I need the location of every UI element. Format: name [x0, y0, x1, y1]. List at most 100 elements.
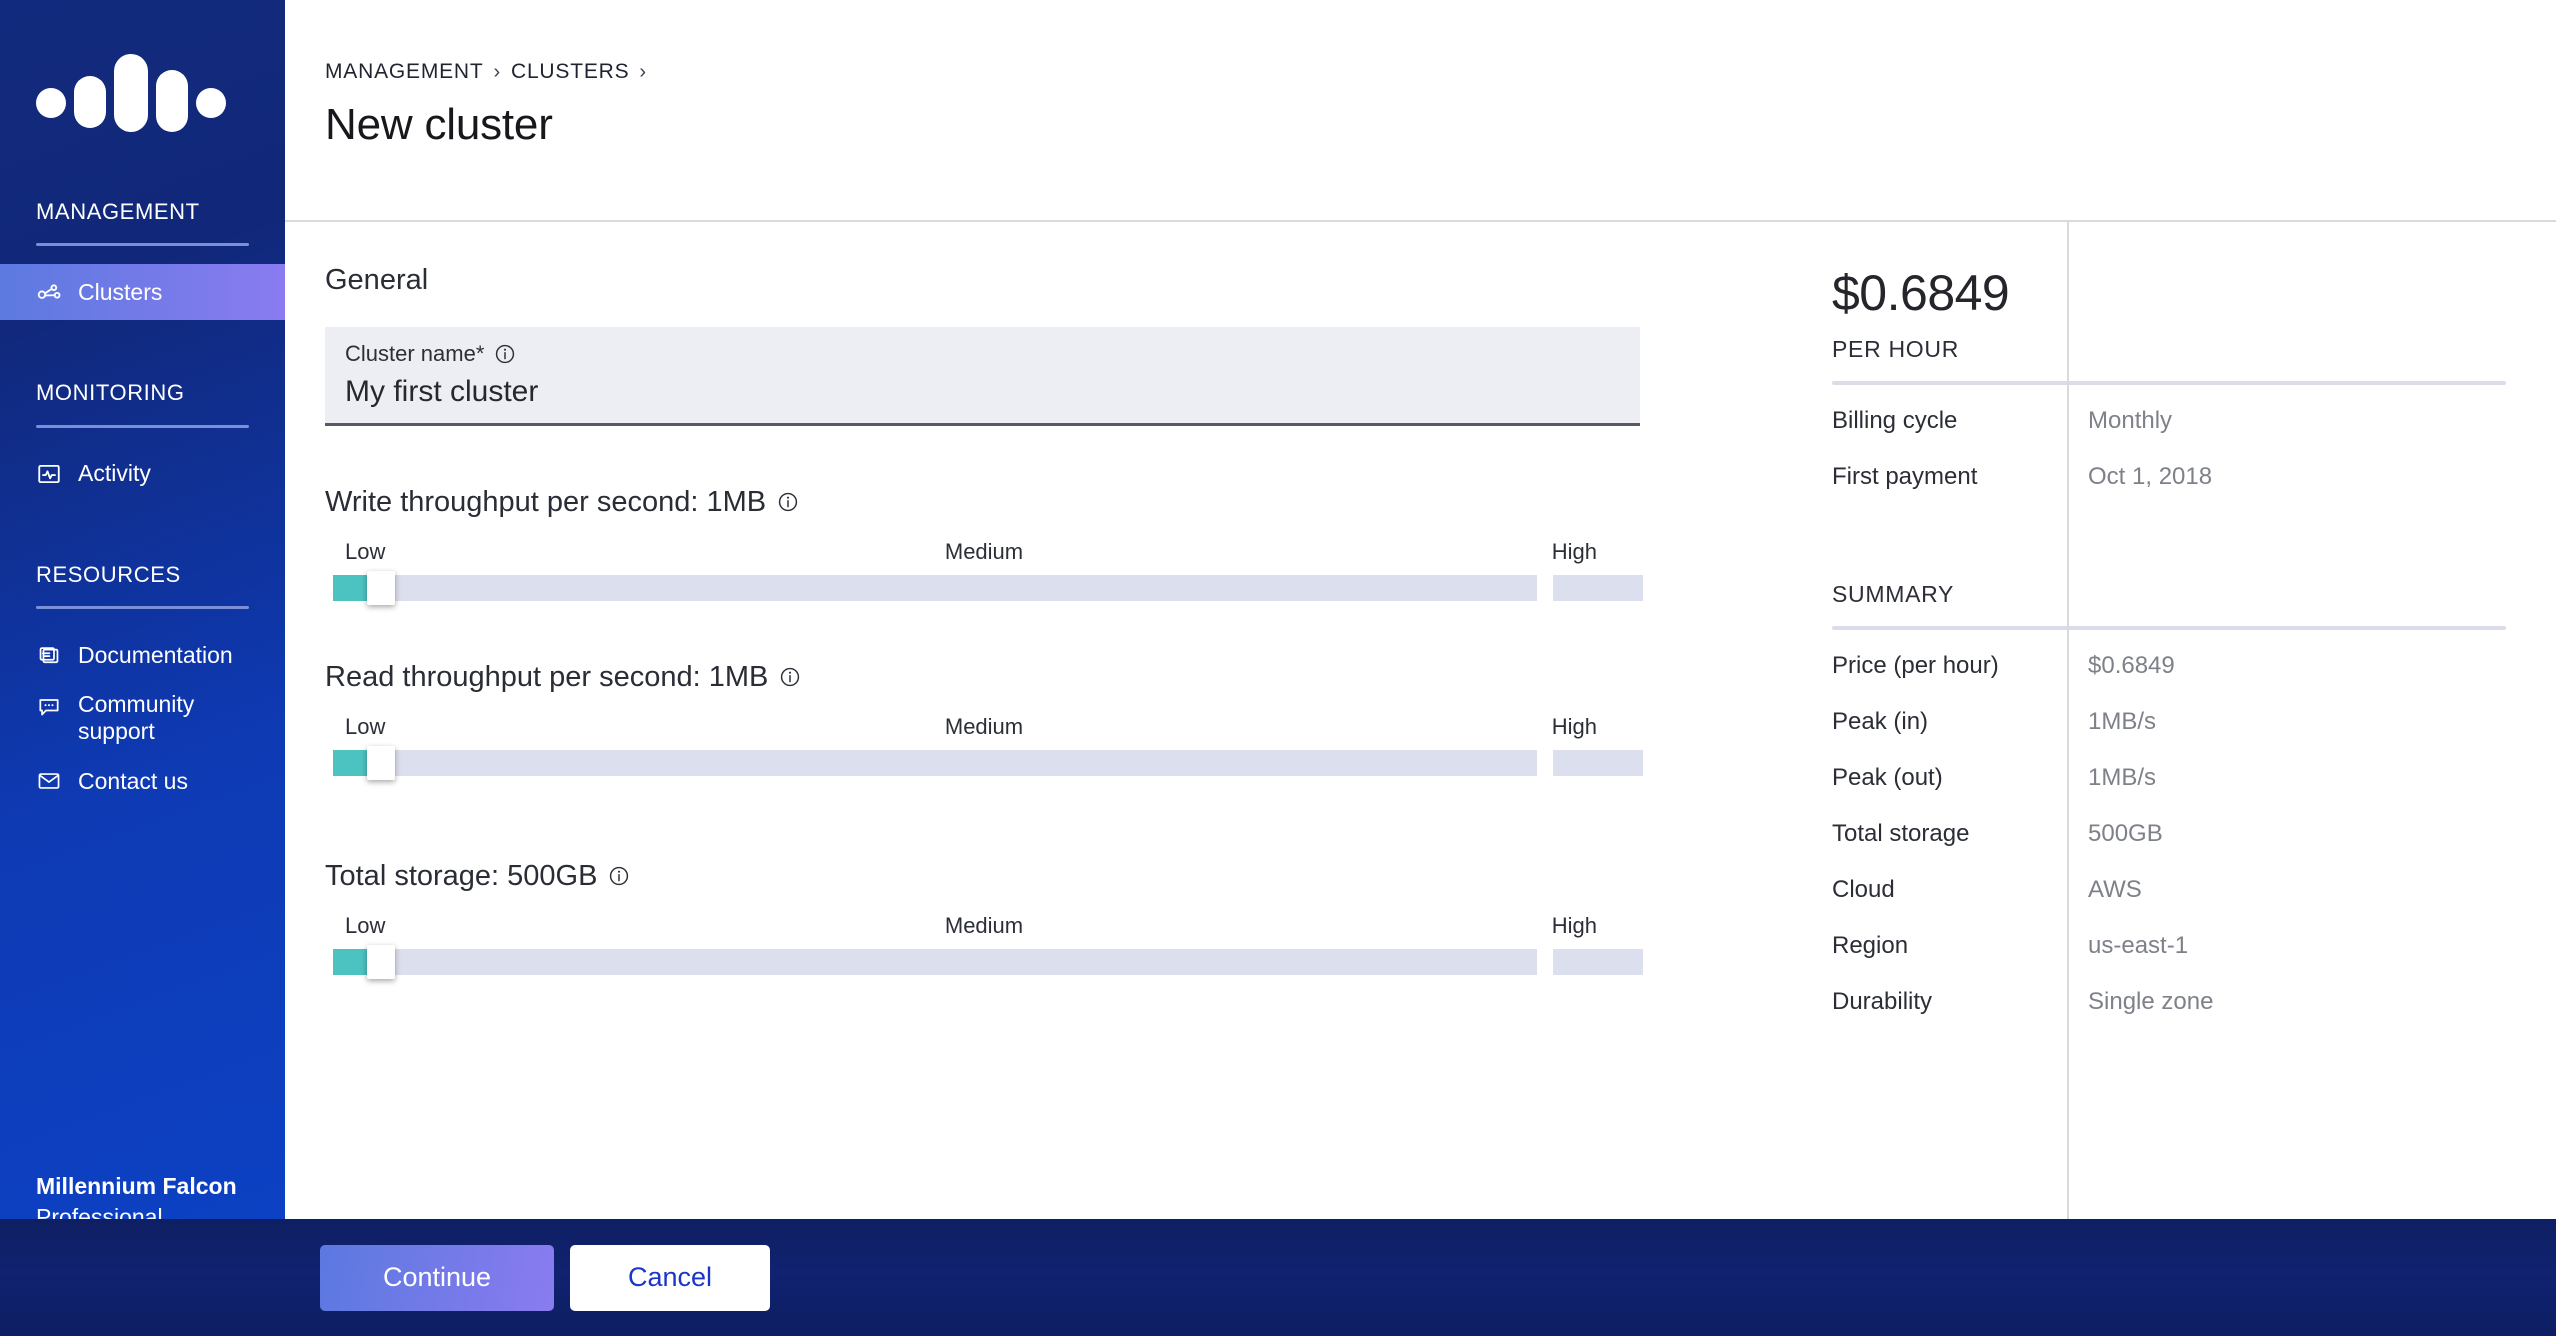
summary-key-total-storage: Total storage — [1832, 820, 1970, 847]
slider-thumb-storage[interactable] — [367, 944, 395, 979]
summary-divider-top — [1832, 381, 2506, 385]
info-icon-read-throughput[interactable] — [779, 666, 801, 688]
sidebar-item-label-documentation: Documentation — [78, 641, 233, 668]
cluster-name-input[interactable]: My first cluster — [345, 373, 1620, 411]
breadcrumb-item-management[interactable]: MANAGEMENT — [325, 60, 484, 84]
billing-list: Billing cycle Monthly First payment Oct … — [1832, 407, 2506, 519]
slider-tick-low-write: Low — [345, 538, 386, 564]
nav-heading-resources: RESOURCES — [36, 561, 181, 587]
slider-tick-high-read: High — [1551, 713, 1597, 739]
summary-row: Region us-east-1 — [1832, 932, 2506, 988]
summary-value-peak-out: 1MB/s — [2088, 764, 2157, 791]
summary-row: Durability Single zone — [1832, 988, 2506, 1044]
form-column: General Cluster name* My first cluster W… — [285, 222, 1782, 1219]
app-root: MANAGEMENT Clusters MONITORING Activity … — [0, 0, 2556, 1336]
price-per-hour-headline: $0.6849 — [1832, 265, 2010, 321]
slider-scale-storage: Low Medium High — [325, 913, 1643, 939]
cluster-nodes-icon — [36, 279, 62, 305]
sidebar-item-label-activity: Activity — [78, 460, 151, 487]
slider-track-segment-main-storage — [373, 948, 1537, 975]
sidebar-item-clusters[interactable]: Clusters — [0, 264, 285, 321]
slider-track-segment-main-read — [373, 749, 1537, 776]
slider-track-segment-main-write — [373, 574, 1537, 601]
nav-heading-management: MANAGEMENT — [36, 199, 200, 224]
slider-scale-read: Low Medium High — [325, 714, 1643, 740]
sidebar-item-label-community-support: Community support — [78, 691, 195, 745]
slider-block-read-throughput: Read throughput per second: 1MB Low Medi… — [325, 661, 1782, 780]
slider-tick-medium-write: Medium — [944, 538, 1024, 564]
summary-row: Total storage 500GB — [1832, 820, 2506, 876]
summary-row: Price (per hour) $0.6849 — [1832, 652, 2506, 708]
nav-section-resources: RESOURCES Documentation Community suppor… — [0, 562, 285, 810]
slider-tick-medium-storage: Medium — [944, 912, 1024, 938]
summary-key-region: Region — [1832, 932, 1909, 959]
summary-panel-divider — [2067, 222, 2069, 1219]
slider-track-segment-high-storage — [1553, 948, 1643, 975]
logo-container[interactable] — [0, 0, 285, 185]
info-icon-write-throughput[interactable] — [777, 491, 799, 513]
nav-heading-monitoring: MONITORING — [36, 380, 185, 406]
sidebar-item-documentation[interactable]: Documentation — [0, 627, 285, 683]
sidebar-item-label-contact-us: Contact us — [78, 767, 188, 794]
slider-thumb-read[interactable] — [367, 745, 395, 780]
slider-scale-write: Low Medium High — [325, 539, 1643, 565]
cluster-name-field[interactable]: Cluster name* My first cluster — [325, 327, 1640, 426]
nav-section-management: MANAGEMENT Clusters — [0, 199, 285, 321]
summary-key-peak-in: Peak (in) — [1832, 708, 1929, 735]
slider-tick-high-write: High — [1551, 538, 1597, 564]
info-icon-total-storage[interactable] — [608, 865, 630, 887]
summary-row: Cloud AWS — [1832, 876, 2506, 932]
slider-read-throughput[interactable] — [325, 745, 1643, 780]
summary-value-total-storage: 500GB — [2088, 820, 2163, 847]
breadcrumb: MANAGEMENT › CLUSTERS › — [325, 60, 2556, 84]
sidebar-item-label-clusters: Clusters — [78, 278, 163, 305]
breadcrumb-item-clusters[interactable]: CLUSTERS — [511, 60, 629, 84]
summary-key-cloud: Cloud — [1832, 876, 1895, 903]
cluster-name-label: Cluster name* — [345, 341, 485, 366]
summary-value-peak-in: 1MB/s — [2088, 708, 2157, 735]
nav-section-monitoring: MONITORING Activity — [0, 380, 285, 501]
slider-label-read-throughput: Read throughput per second: 1MB — [325, 660, 769, 693]
slider-label-write-throughput: Write throughput per second: 1MB — [325, 485, 767, 518]
slider-total-storage[interactable] — [325, 944, 1643, 979]
logo-bar-4 — [156, 69, 188, 132]
logo-bar-3 — [114, 53, 148, 132]
billing-key-cycle: Billing cycle — [1832, 407, 1958, 434]
documents-stack-icon — [36, 642, 62, 668]
summary-row: Peak (in) 1MB/s — [1832, 708, 2506, 764]
breadcrumb-separator-1: › — [493, 60, 501, 83]
summary-list: Price (per hour) $0.6849 Peak (in) 1MB/s… — [1832, 652, 2506, 1044]
sidebar-item-contact-us[interactable]: Contact us — [0, 753, 285, 809]
logo-dot-left — [36, 87, 66, 118]
slider-tick-high-storage: High — [1551, 912, 1597, 938]
section-title-general: General — [325, 264, 429, 296]
slider-block-write-throughput: Write throughput per second: 1MB Low Med… — [325, 486, 1782, 605]
summary-key-durability: Durability — [1832, 988, 1933, 1015]
summary-panel: $0.6849 PER HOUR Billing cycle Monthly F… — [1782, 222, 2556, 1219]
billing-row: Billing cycle Monthly — [1832, 407, 2506, 463]
continue-button[interactable]: Continue — [320, 1244, 554, 1311]
summary-value-region: us-east-1 — [2088, 932, 2189, 959]
summary-divider-bottom — [1832, 626, 2506, 630]
cluster-name-label-row: Cluster name* — [345, 341, 1620, 367]
slider-label-row-read: Read throughput per second: 1MB — [325, 661, 1782, 694]
sidebar-item-activity[interactable]: Activity — [0, 446, 285, 502]
page-header: MANAGEMENT › CLUSTERS › New cluster — [285, 0, 2556, 220]
body-area: General Cluster name* My first cluster W… — [285, 222, 2556, 1219]
activity-pulse-icon — [36, 461, 62, 487]
slider-label-row-write: Write throughput per second: 1MB — [325, 486, 1782, 519]
slider-tick-medium-read: Medium — [944, 713, 1024, 739]
slider-write-throughput[interactable] — [325, 570, 1643, 605]
billing-value-first-payment: Oct 1, 2018 — [2088, 463, 2213, 490]
billing-row: First payment Oct 1, 2018 — [1832, 463, 2506, 519]
slider-thumb-write[interactable] — [367, 570, 395, 605]
envelope-icon — [36, 768, 62, 794]
logo-bar-2 — [74, 75, 106, 128]
breadcrumb-separator-2: › — [639, 60, 647, 83]
slider-track-segment-high-read — [1553, 749, 1643, 776]
sidebar-item-community-support[interactable]: Community support — [0, 683, 285, 753]
summary-key-price: Price (per hour) — [1832, 652, 1999, 679]
info-icon-cluster-name[interactable] — [494, 343, 516, 365]
cancel-button[interactable]: Cancel — [570, 1244, 770, 1311]
slider-label-total-storage: Total storage: 500GB — [325, 859, 598, 892]
